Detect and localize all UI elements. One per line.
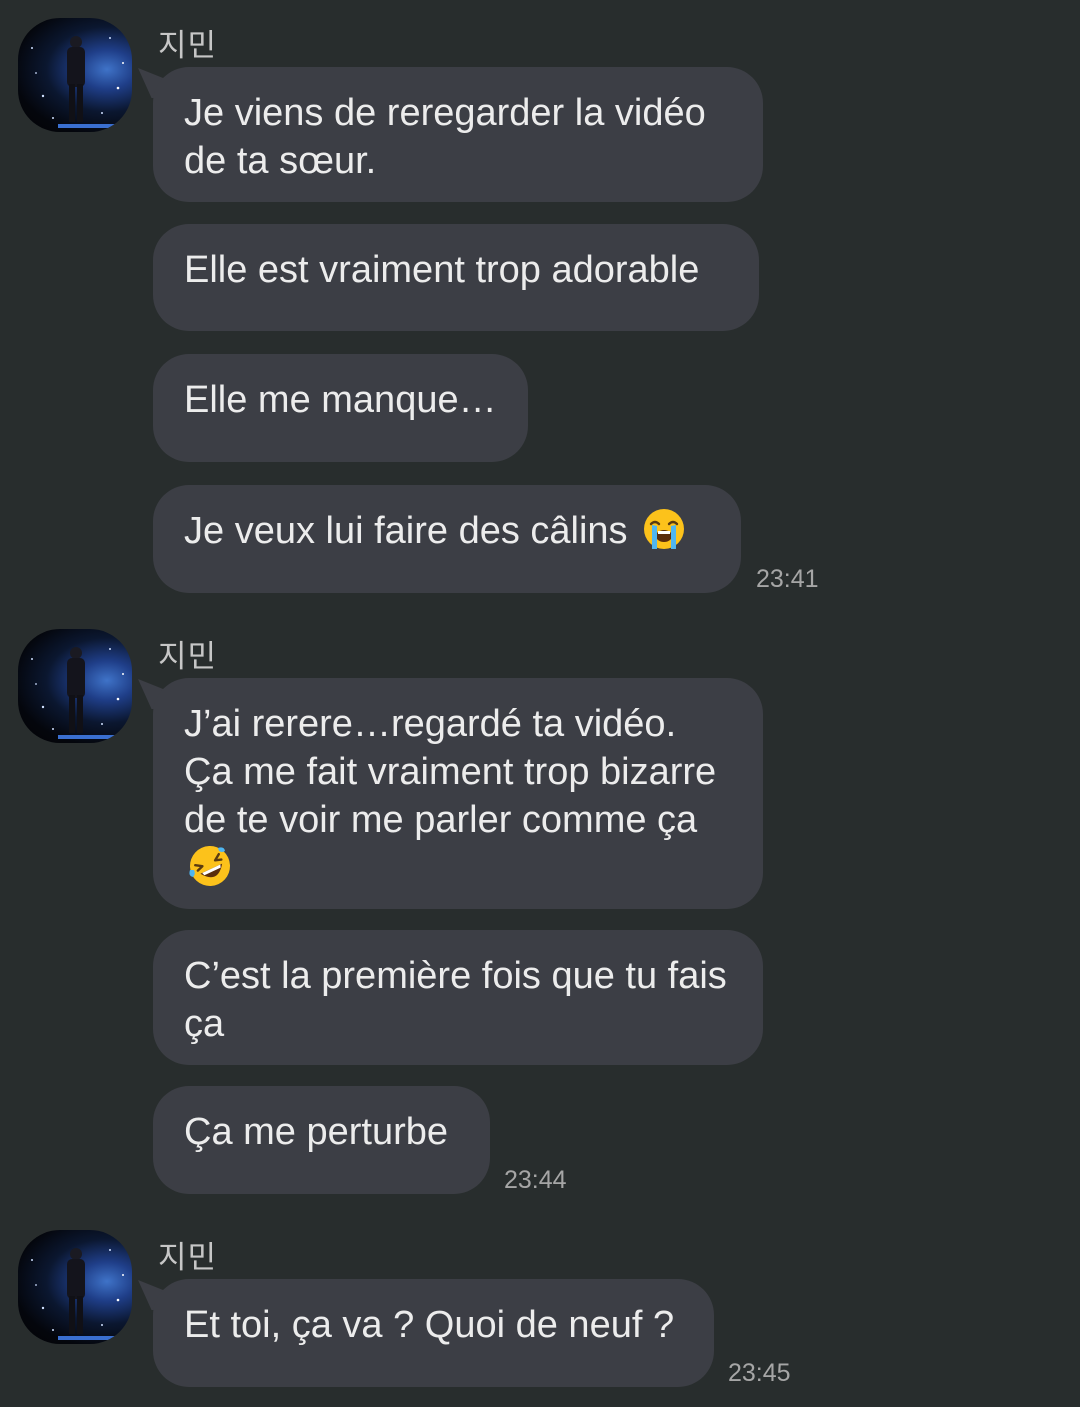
- sender-name: 지민: [158, 639, 218, 675]
- message-text: C’est la première fois que tu fais ça: [184, 955, 727, 1045]
- message-timestamp: 23:41: [756, 565, 819, 593]
- message-bubble[interactable]: J’ai rerere…regardé ta vidéo. Ça me fait…: [153, 678, 763, 909]
- message-text: Je viens de reregarder la vidéo de ta sœ…: [184, 92, 706, 182]
- sender-name: 지민: [158, 1240, 218, 1276]
- sender-name: 지민: [158, 28, 218, 64]
- message-bubble[interactable]: Elle me manque…: [153, 354, 528, 462]
- avatar-image-icon: [31, 1248, 124, 1340]
- sender-avatar[interactable]: [18, 629, 132, 743]
- message-bubble[interactable]: Je viens de reregarder la vidéo de ta sœ…: [153, 67, 763, 202]
- message-bubble[interactable]: Je veux lui faire des câlins: [153, 485, 741, 593]
- loudly-crying-face-icon: [642, 507, 686, 551]
- message-timestamp: 23:44: [504, 1166, 567, 1194]
- message-bubble[interactable]: C’est la première fois que tu fais ça: [153, 930, 763, 1065]
- message-text: Je veux lui faire des câlins: [184, 510, 628, 552]
- message-text: J’ai rerere…regardé ta vidéo. Ça me fait…: [184, 703, 717, 841]
- message-bubble[interactable]: Ça me perturbe: [153, 1086, 490, 1194]
- rolling-on-floor-laughing-icon: [188, 844, 232, 888]
- message-text: Elle me manque…: [184, 379, 497, 421]
- avatar-image-icon: [31, 647, 124, 739]
- message-text: Et toi, ça va ? Quoi de neuf ?: [184, 1304, 675, 1346]
- message-bubble[interactable]: Elle est vraiment trop adorable: [153, 224, 759, 331]
- sender-avatar[interactable]: [18, 18, 132, 132]
- message-text: Ça me perturbe: [184, 1111, 449, 1153]
- message-timestamp: 23:45: [728, 1359, 791, 1387]
- message-bubble[interactable]: Et toi, ça va ? Quoi de neuf ?: [153, 1279, 714, 1387]
- message-text: Elle est vraiment trop adorable: [184, 249, 700, 291]
- sender-avatar[interactable]: [18, 1230, 132, 1344]
- avatar-image-icon: [31, 36, 124, 128]
